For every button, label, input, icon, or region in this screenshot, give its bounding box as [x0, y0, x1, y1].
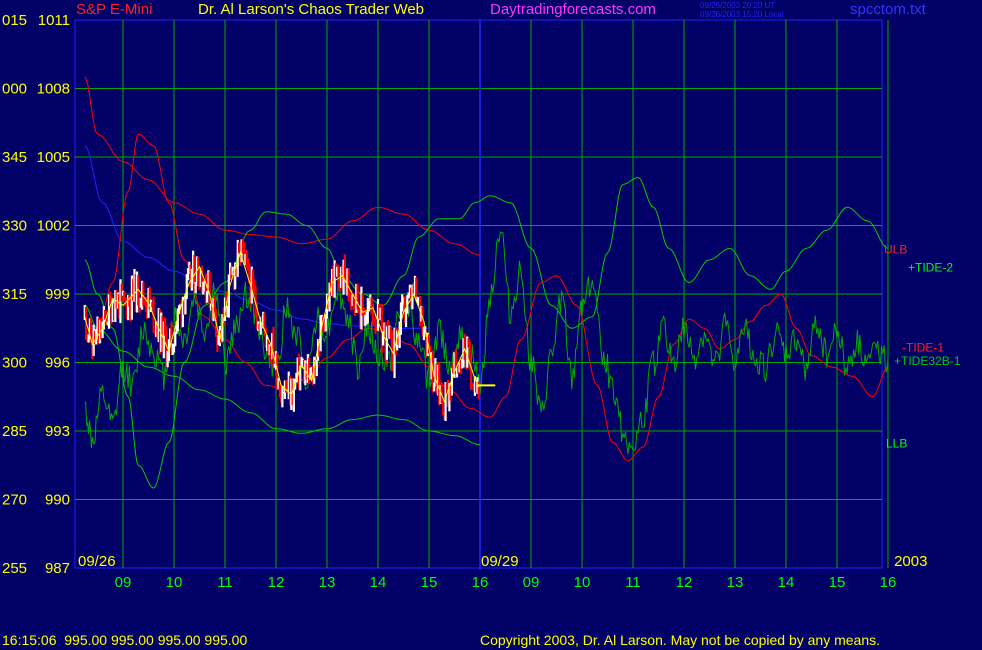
y-tick-right: 1008 [37, 81, 70, 98]
site-link[interactable]: Daytradingforecasts.com [490, 1, 656, 18]
x-tick-label: 15 [829, 574, 846, 591]
x-tick-label: 16 [472, 574, 489, 591]
quote-readout: 16:15:06 995.00 995.00 995.00 995.00 [2, 632, 248, 648]
copyright: Copyright 2003, Dr. Al Larson. May not b… [480, 632, 881, 648]
series-line [84, 76, 481, 256]
x-tick-label: 10 [166, 574, 183, 591]
series-label: LLB [886, 436, 907, 450]
x-tick-label: 09 [523, 574, 540, 591]
y-tick-left: 255 [2, 560, 27, 577]
y-tick-left: 345 [2, 149, 27, 166]
y-tick-right: 1005 [37, 149, 70, 166]
series-label: -TIDE-1 [902, 341, 944, 355]
y-tick-right: 993 [45, 423, 70, 440]
y-tick-right: 987 [45, 560, 70, 577]
y-tick-left: 315 [2, 286, 27, 303]
y-tick-right: 996 [45, 355, 70, 372]
y-tick-left: 330 [2, 218, 27, 235]
x-tick-label: 15 [421, 574, 438, 591]
series-line [84, 230, 889, 455]
y-tick-left: 000 [2, 81, 27, 98]
series-label: ULB [884, 242, 907, 256]
time-ut: 09/26/2003 20:20 UT [700, 1, 776, 10]
series-label: +TIDE32B-1 [894, 354, 961, 368]
day-label: 09/26 [78, 553, 116, 570]
x-tick-label: 12 [268, 574, 285, 591]
x-tick-label: 10 [574, 574, 591, 591]
y-tick-left: 285 [2, 423, 27, 440]
file-name: spcctom.txt [850, 1, 926, 18]
x-tick-label: 09 [115, 574, 132, 591]
y-tick-right: 1002 [37, 218, 70, 235]
symbol-label: S&P E-Mini [76, 1, 153, 18]
x-tick-label: 13 [319, 574, 336, 591]
x-tick-label: 13 [727, 574, 744, 591]
x-tick-label: 11 [625, 574, 641, 591]
y-tick-right: 1011 [38, 12, 70, 29]
y-tick-left: 270 [2, 492, 27, 509]
day-label: 2003 [894, 553, 927, 570]
day-label: 09/29 [481, 553, 519, 570]
x-tick-label: 11 [217, 574, 233, 591]
y-tick-right: 999 [45, 286, 70, 303]
x-tick-label: 16 [880, 574, 897, 591]
x-tick-label: 12 [676, 574, 693, 591]
header-title: Dr. Al Larson's Chaos Trader Web [198, 1, 425, 18]
y-tick-left: 300 [2, 355, 27, 372]
x-tick-label: 14 [778, 574, 795, 591]
series-label: +TIDE-2 [908, 261, 953, 275]
x-tick-label: 14 [370, 574, 387, 591]
y-tick-right: 990 [45, 492, 70, 509]
y-tick-left: 015 [2, 12, 27, 29]
time-local: 09/26/2003 15:20 Local [700, 10, 784, 19]
chart-svg: 255 987 270 990 285 993 300 996 315 999 330 1002 345… [2, 12, 961, 591]
